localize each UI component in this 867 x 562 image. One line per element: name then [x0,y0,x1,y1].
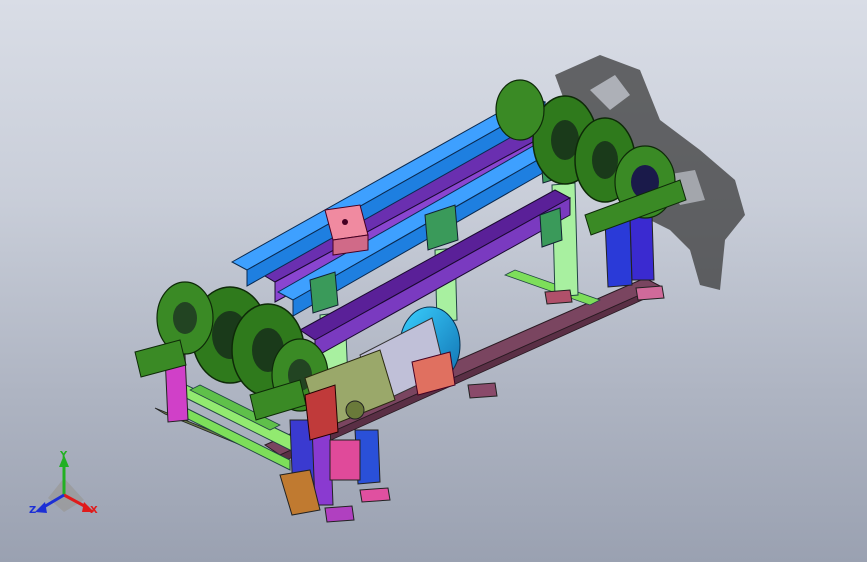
triad-x-label: X [90,505,98,516]
cad-graphics-viewport[interactable]: Y X Z [0,0,867,562]
triad-y-label: Y [60,450,68,461]
orientation-triad[interactable] [35,455,94,513]
triad-z-label: Z [29,505,37,516]
3d-model-scene[interactable] [0,0,867,562]
